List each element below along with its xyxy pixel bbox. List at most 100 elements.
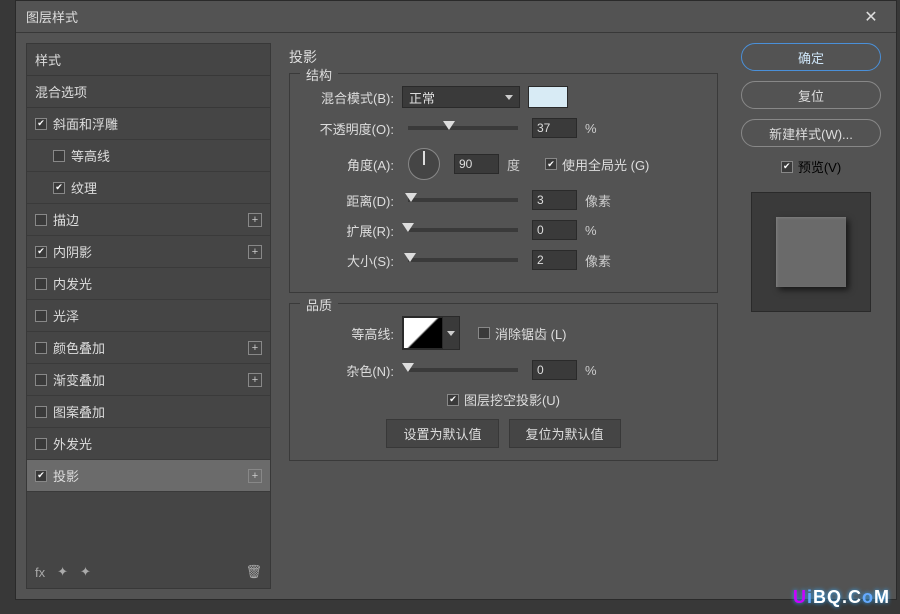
sidebar-item-stroke[interactable]: 描边 + — [27, 204, 270, 236]
chevron-down-icon[interactable] — [443, 317, 459, 349]
sidebar-item-color-overlay[interactable]: 颜色叠加 + — [27, 332, 270, 364]
close-icon[interactable]: ✕ — [856, 2, 886, 32]
checkbox-icon[interactable] — [35, 118, 47, 130]
distance-slider[interactable] — [408, 198, 518, 202]
checkbox-icon — [447, 394, 459, 406]
sidebar-item-contour[interactable]: 等高线 — [27, 140, 270, 172]
contour-picker[interactable] — [402, 316, 460, 350]
cancel-button[interactable]: 复位 — [741, 81, 881, 109]
spread-slider[interactable] — [408, 228, 518, 232]
sidebar-item-label: 内阴影 — [53, 242, 92, 261]
sidebar-item-drop-shadow[interactable]: 投影 + — [27, 460, 270, 492]
sidebar-item-inner-shadow[interactable]: 内阴影 + — [27, 236, 270, 268]
antialias-checkbox[interactable]: 消除锯齿 (L) — [478, 324, 567, 343]
arrow-up-icon[interactable]: ✦ — [57, 564, 68, 580]
distance-input[interactable]: 3 — [532, 190, 577, 210]
sidebar-item-label: 等高线 — [71, 146, 110, 165]
distance-label: 距离(D): — [304, 191, 394, 210]
checkbox-icon[interactable] — [35, 214, 47, 226]
contour-preview — [403, 317, 443, 349]
plus-icon[interactable]: + — [248, 245, 262, 259]
sidebar-heading-styles[interactable]: 样式 — [27, 44, 270, 76]
angle-unit: 度 — [507, 155, 537, 174]
sidebar-item-label: 投影 — [53, 466, 79, 485]
sidebar-item-label: 颜色叠加 — [53, 338, 105, 357]
sidebar-item-label: 光泽 — [53, 306, 79, 325]
spread-label: 扩展(R): — [304, 221, 394, 240]
checkbox-icon[interactable] — [35, 470, 47, 482]
group-label-structure: 结构 — [300, 65, 338, 84]
distance-row: 距离(D): 3 像素 — [304, 190, 703, 210]
checkbox-icon[interactable] — [53, 150, 65, 162]
preview-checkbox[interactable]: 预览(V) — [781, 157, 841, 176]
trash-icon[interactable]: 🗑 — [245, 564, 262, 580]
noise-row: 杂色(N): 0 % — [304, 360, 703, 380]
plus-icon[interactable]: + — [248, 469, 262, 483]
noise-slider[interactable] — [408, 368, 518, 372]
sidebar-item-label: 图案叠加 — [53, 402, 105, 421]
checkbox-icon[interactable] — [35, 342, 47, 354]
blend-mode-select[interactable]: 正常 — [402, 86, 520, 108]
dialog-title: 图层样式 — [26, 7, 856, 26]
size-slider[interactable] — [408, 258, 518, 262]
checkbox-icon[interactable] — [53, 182, 65, 194]
sidebar-item-label: 渐变叠加 — [53, 370, 105, 389]
titlebar: 图层样式 ✕ — [16, 1, 896, 33]
checkbox-icon — [545, 158, 557, 170]
color-swatch[interactable] — [528, 86, 568, 108]
new-style-button[interactable]: 新建样式(W)... — [741, 119, 881, 147]
size-label: 大小(S): — [304, 251, 394, 270]
opacity-slider[interactable] — [408, 126, 518, 130]
checkbox-icon[interactable] — [35, 310, 47, 322]
checkbox-icon — [781, 161, 793, 173]
structure-group: 结构 混合模式(B): 正常 不透明度(O): 37 % 角度(A): 90 — [289, 73, 718, 293]
sidebar-item-label: 内发光 — [53, 274, 92, 293]
checkbox-icon[interactable] — [35, 374, 47, 386]
noise-input[interactable]: 0 — [532, 360, 577, 380]
ok-button[interactable]: 确定 — [741, 43, 881, 71]
dialog-body: 样式 混合选项 斜面和浮雕 等高线 纹理 描边 + 内阴影 — [16, 33, 896, 599]
opacity-unit: % — [585, 121, 615, 136]
knockout-row: 图层挖空投影(U) — [304, 390, 703, 409]
size-row: 大小(S): 2 像素 — [304, 250, 703, 270]
reset-default-button[interactable]: 复位为默认值 — [509, 419, 621, 448]
checkbox-icon[interactable] — [35, 406, 47, 418]
sidebar-item-pattern-overlay[interactable]: 图案叠加 — [27, 396, 270, 428]
preview-swatch — [776, 217, 846, 287]
sidebar-item-inner-glow[interactable]: 内发光 — [27, 268, 270, 300]
sidebar-item-gradient-overlay[interactable]: 渐变叠加 + — [27, 364, 270, 396]
default-buttons: 设置为默认值 复位为默认值 — [304, 419, 703, 448]
fx-icon[interactable]: fx — [35, 565, 45, 580]
sidebar-item-texture[interactable]: 纹理 — [27, 172, 270, 204]
plus-icon[interactable]: + — [248, 341, 262, 355]
spread-input[interactable]: 0 — [532, 220, 577, 240]
styles-sidebar: 样式 混合选项 斜面和浮雕 等高线 纹理 描边 + 内阴影 — [26, 43, 271, 589]
plus-icon[interactable]: + — [248, 373, 262, 387]
preview-area — [751, 192, 871, 312]
panel-title: 投影 — [289, 47, 718, 67]
checkbox-icon[interactable] — [35, 246, 47, 258]
sidebar-item-satin[interactable]: 光泽 — [27, 300, 270, 332]
sidebar-item-bevel[interactable]: 斜面和浮雕 — [27, 108, 270, 140]
sidebar-item-label: 描边 — [53, 210, 79, 229]
angle-dial[interactable] — [408, 148, 440, 180]
plus-icon[interactable]: + — [248, 213, 262, 227]
sidebar-heading-blend[interactable]: 混合选项 — [27, 76, 270, 108]
opacity-row: 不透明度(O): 37 % — [304, 118, 703, 138]
knockout-checkbox[interactable]: 图层挖空投影(U) — [447, 390, 560, 409]
contour-row: 等高线: 消除锯齿 (L) — [304, 316, 703, 350]
noise-unit: % — [585, 363, 615, 378]
blend-mode-row: 混合模式(B): 正常 — [304, 86, 703, 108]
global-light-checkbox[interactable]: 使用全局光 (G) — [545, 155, 649, 174]
opacity-input[interactable]: 37 — [532, 118, 577, 138]
sidebar-item-outer-glow[interactable]: 外发光 — [27, 428, 270, 460]
size-input[interactable]: 2 — [532, 250, 577, 270]
angle-input[interactable]: 90 — [454, 154, 499, 174]
settings-panel: 投影 结构 混合模式(B): 正常 不透明度(O): 37 % 角度(A): — [281, 43, 726, 589]
checkbox-icon[interactable] — [35, 438, 47, 450]
set-default-button[interactable]: 设置为默认值 — [386, 419, 498, 448]
sidebar-item-label: 斜面和浮雕 — [53, 114, 118, 133]
arrow-down-icon[interactable]: ✦ — [80, 564, 91, 580]
watermark: UiBQ.CoM — [793, 587, 890, 608]
checkbox-icon[interactable] — [35, 278, 47, 290]
